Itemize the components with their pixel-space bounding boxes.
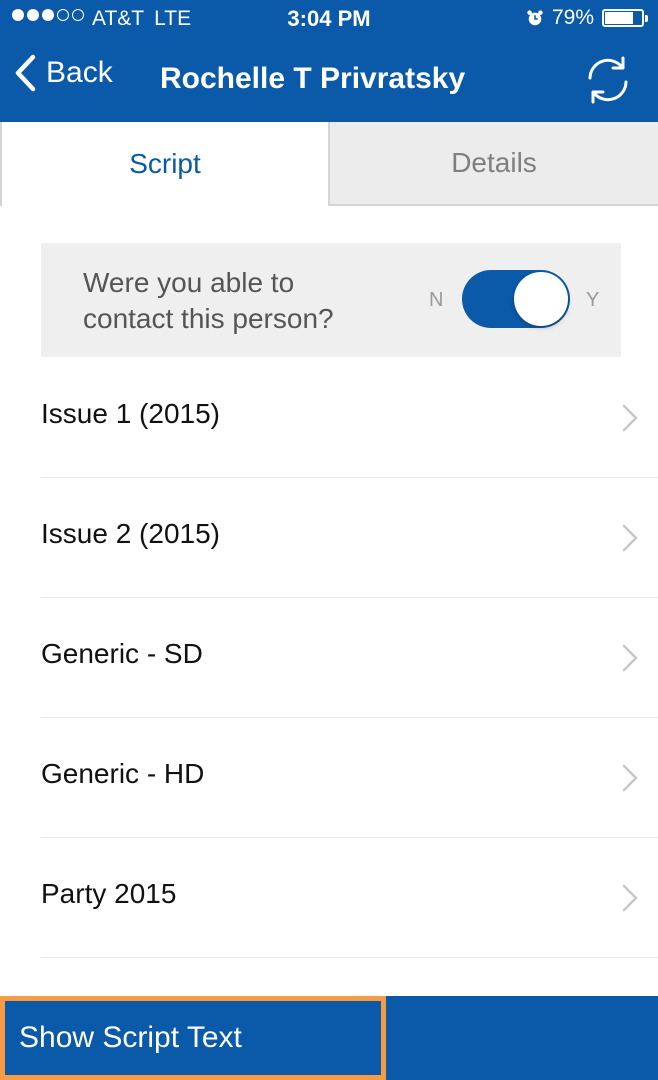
list-item[interactable]: Issue 1 (2015)	[41, 358, 658, 478]
list-item-label: Issue 2 (2015)	[41, 518, 220, 549]
toggle-knob	[514, 272, 568, 326]
list-item[interactable]: Generic - HD	[41, 718, 658, 838]
script-list: Issue 1 (2015) Issue 2 (2015) Generic - …	[0, 358, 658, 958]
toggle-on-label: Y	[586, 289, 600, 311]
alarm-icon	[527, 10, 543, 26]
battery-tip	[645, 15, 648, 22]
bottom-bar: Show Script Text	[0, 996, 658, 1080]
list-item[interactable]: Generic - SD	[41, 598, 658, 718]
list-item-label: Generic - HD	[41, 758, 205, 789]
tab-bar: Script Details	[0, 122, 658, 206]
chevron-left-icon	[15, 54, 36, 92]
list-item-label: Generic - SD	[41, 638, 203, 669]
refresh-icon[interactable]	[582, 54, 634, 106]
contact-toggle[interactable]	[462, 270, 570, 328]
back-label: Back	[46, 56, 113, 89]
tab-details[interactable]: Details	[330, 122, 658, 206]
page-title: Rochelle T Privratsky	[160, 62, 466, 95]
chevron-right-icon	[622, 524, 638, 552]
status-right: 79%	[526, 6, 648, 30]
nav-bar: Back Rochelle T Privratsky	[0, 40, 658, 122]
chevron-right-icon	[622, 884, 638, 912]
toggle-off-label: N	[429, 289, 444, 311]
tab-script[interactable]: Script	[0, 122, 330, 206]
battery-percent: 79%	[551, 6, 594, 29]
contact-question: Were you able to contact this person?	[83, 267, 334, 334]
list-item[interactable]: Party 2015	[41, 838, 658, 958]
top-bar: AT&T LTE 3:04 PM 79% Back Rochelle T Priv…	[0, 0, 658, 122]
back-button[interactable]: Back	[14, 54, 113, 92]
list-item-label: Party 2015	[41, 878, 177, 909]
show-script-text-button[interactable]: Show Script Text	[0, 996, 386, 1080]
battery-fill	[605, 12, 634, 24]
battery-icon	[602, 9, 648, 27]
contact-question-card: Were you able to contact this person? N …	[41, 243, 621, 357]
list-item[interactable]: Issue 2 (2015)	[41, 478, 658, 598]
chevron-right-icon	[622, 404, 638, 432]
chevron-right-icon	[622, 644, 638, 672]
chevron-right-icon	[622, 764, 638, 792]
list-item-label: Issue 1 (2015)	[41, 398, 220, 429]
status-bar: AT&T LTE 3:04 PM 79%	[0, 0, 658, 40]
